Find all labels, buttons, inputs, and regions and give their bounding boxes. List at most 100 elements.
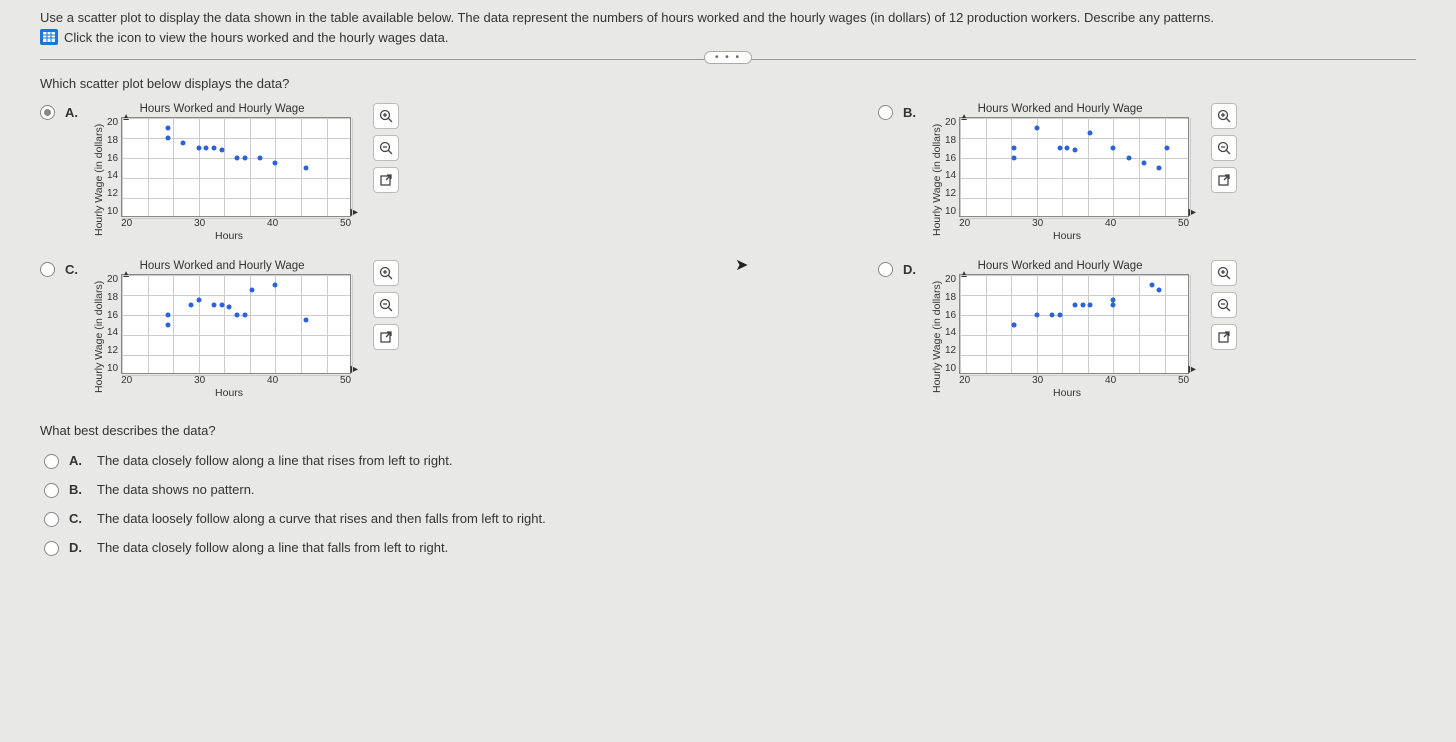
expand-button[interactable]: • • • bbox=[704, 51, 752, 64]
option-a-label: A. bbox=[65, 105, 83, 120]
radio-option-c[interactable] bbox=[40, 262, 55, 277]
data-point bbox=[242, 313, 247, 318]
q1-prompt: Which scatter plot below displays the da… bbox=[40, 76, 1416, 91]
chart-a: Hours Worked and Hourly Wage Hourly Wage… bbox=[93, 103, 351, 242]
data-table-icon[interactable] bbox=[40, 29, 58, 45]
zoom-in-icon[interactable] bbox=[373, 103, 399, 129]
option-d-row: D. Hours Worked and Hourly Wage Hourly W… bbox=[878, 260, 1416, 399]
zoom-out-icon[interactable] bbox=[373, 292, 399, 318]
data-point bbox=[1157, 288, 1162, 293]
radio-q2-d[interactable] bbox=[44, 541, 59, 556]
q2-prompt: What best describes the data? bbox=[40, 423, 1416, 438]
data-point bbox=[250, 288, 255, 293]
popout-icon[interactable] bbox=[373, 324, 399, 350]
zoom-out-icon[interactable] bbox=[1211, 135, 1237, 161]
option-c-label: C. bbox=[65, 262, 83, 277]
data-point bbox=[1011, 156, 1016, 161]
q2-a-text: The data closely follow along a line tha… bbox=[97, 453, 453, 468]
scatter-options-grid: A. Hours Worked and Hourly Wage Hourly W… bbox=[40, 103, 1416, 399]
chart-d-title: Hours Worked and Hourly Wage bbox=[978, 260, 1143, 272]
data-point bbox=[273, 283, 278, 288]
q2-option-c: C. The data loosely follow along a curve… bbox=[44, 510, 1416, 527]
chart-a-plot: ▲ ▶ bbox=[121, 117, 351, 217]
chart-b-title: Hours Worked and Hourly Wage bbox=[978, 103, 1143, 115]
q2-d-label: D. bbox=[69, 540, 87, 555]
chart-c-xlabel: Hours bbox=[107, 387, 351, 399]
option-c-row: C. Hours Worked and Hourly Wage Hourly W… bbox=[40, 260, 578, 399]
data-point bbox=[1057, 313, 1062, 318]
popout-icon[interactable] bbox=[1211, 324, 1237, 350]
q2-c-label: C. bbox=[69, 511, 87, 526]
chart-d-yticks: 201816141210 bbox=[945, 274, 959, 374]
data-point bbox=[204, 146, 209, 151]
data-point bbox=[235, 156, 240, 161]
data-point bbox=[1034, 126, 1039, 131]
data-point bbox=[1034, 313, 1039, 318]
q2-option-a: A. The data closely follow along a line … bbox=[44, 452, 1416, 469]
chart-b-yticks: 201816141210 bbox=[945, 117, 959, 217]
chart-d-plot: ▲ ▶ bbox=[959, 274, 1189, 374]
chart-c-title: Hours Worked and Hourly Wage bbox=[140, 260, 305, 272]
zoom-in-icon[interactable] bbox=[1211, 260, 1237, 286]
data-point bbox=[1050, 313, 1055, 318]
data-point bbox=[166, 323, 171, 328]
popout-icon[interactable] bbox=[373, 167, 399, 193]
q2-options: A. The data closely follow along a line … bbox=[44, 452, 1416, 556]
radio-option-b[interactable] bbox=[878, 105, 893, 120]
q2-option-d: D. The data closely follow along a line … bbox=[44, 539, 1416, 556]
zoom-in-icon[interactable] bbox=[1211, 103, 1237, 129]
data-point bbox=[189, 303, 194, 308]
data-point bbox=[304, 166, 309, 171]
chart-a-ylabel: Hourly Wage (in dollars) bbox=[93, 117, 105, 242]
q2-b-label: B. bbox=[69, 482, 87, 497]
radio-option-d[interactable] bbox=[878, 262, 893, 277]
chart-c-plot: ▲ ▶ bbox=[121, 274, 351, 374]
radio-q2-b[interactable] bbox=[44, 483, 59, 498]
chart-d-ylabel: Hourly Wage (in dollars) bbox=[931, 274, 943, 399]
data-point bbox=[235, 313, 240, 318]
data-link-text[interactable]: Click the icon to view the hours worked … bbox=[64, 30, 448, 45]
data-point bbox=[1073, 303, 1078, 308]
data-point bbox=[258, 156, 263, 161]
data-point bbox=[1065, 146, 1070, 151]
q2-option-b: B. The data shows no pattern. bbox=[44, 481, 1416, 498]
data-point bbox=[166, 126, 171, 131]
data-point bbox=[273, 161, 278, 166]
data-point bbox=[1149, 283, 1154, 288]
data-point bbox=[1011, 146, 1016, 151]
data-point bbox=[1057, 146, 1062, 151]
radio-q2-a[interactable] bbox=[44, 454, 59, 469]
radio-option-a[interactable] bbox=[40, 105, 55, 120]
data-point bbox=[1157, 166, 1162, 171]
radio-q2-c[interactable] bbox=[44, 512, 59, 527]
data-point bbox=[1111, 303, 1116, 308]
q2-d-text: The data closely follow along a line tha… bbox=[97, 540, 448, 555]
data-point bbox=[1088, 303, 1093, 308]
chart-a-xlabel: Hours bbox=[107, 230, 351, 242]
data-point bbox=[212, 146, 217, 151]
data-point bbox=[1165, 146, 1170, 151]
data-point bbox=[304, 318, 309, 323]
data-point bbox=[1073, 148, 1078, 153]
data-point bbox=[1011, 323, 1016, 328]
chart-b-plot: ▲ ▶ bbox=[959, 117, 1189, 217]
q2-c-text: The data loosely follow along a curve th… bbox=[97, 511, 546, 526]
chart-c: Hours Worked and Hourly Wage Hourly Wage… bbox=[93, 260, 351, 399]
data-point bbox=[212, 303, 217, 308]
data-point bbox=[219, 303, 224, 308]
data-point bbox=[1088, 131, 1093, 136]
data-point bbox=[1111, 146, 1116, 151]
chart-b-xlabel: Hours bbox=[945, 230, 1189, 242]
chart-c-ylabel: Hourly Wage (in dollars) bbox=[93, 274, 105, 399]
data-point bbox=[1142, 161, 1147, 166]
chart-b: Hours Worked and Hourly Wage Hourly Wage… bbox=[931, 103, 1189, 242]
zoom-in-icon[interactable] bbox=[373, 260, 399, 286]
zoom-out-icon[interactable] bbox=[1211, 292, 1237, 318]
data-point bbox=[181, 141, 186, 146]
popout-icon[interactable] bbox=[1211, 167, 1237, 193]
chart-d: Hours Worked and Hourly Wage Hourly Wage… bbox=[931, 260, 1189, 399]
data-point bbox=[1080, 303, 1085, 308]
zoom-out-icon[interactable] bbox=[373, 135, 399, 161]
q2-a-label: A. bbox=[69, 453, 87, 468]
q2-b-text: The data shows no pattern. bbox=[97, 482, 255, 497]
